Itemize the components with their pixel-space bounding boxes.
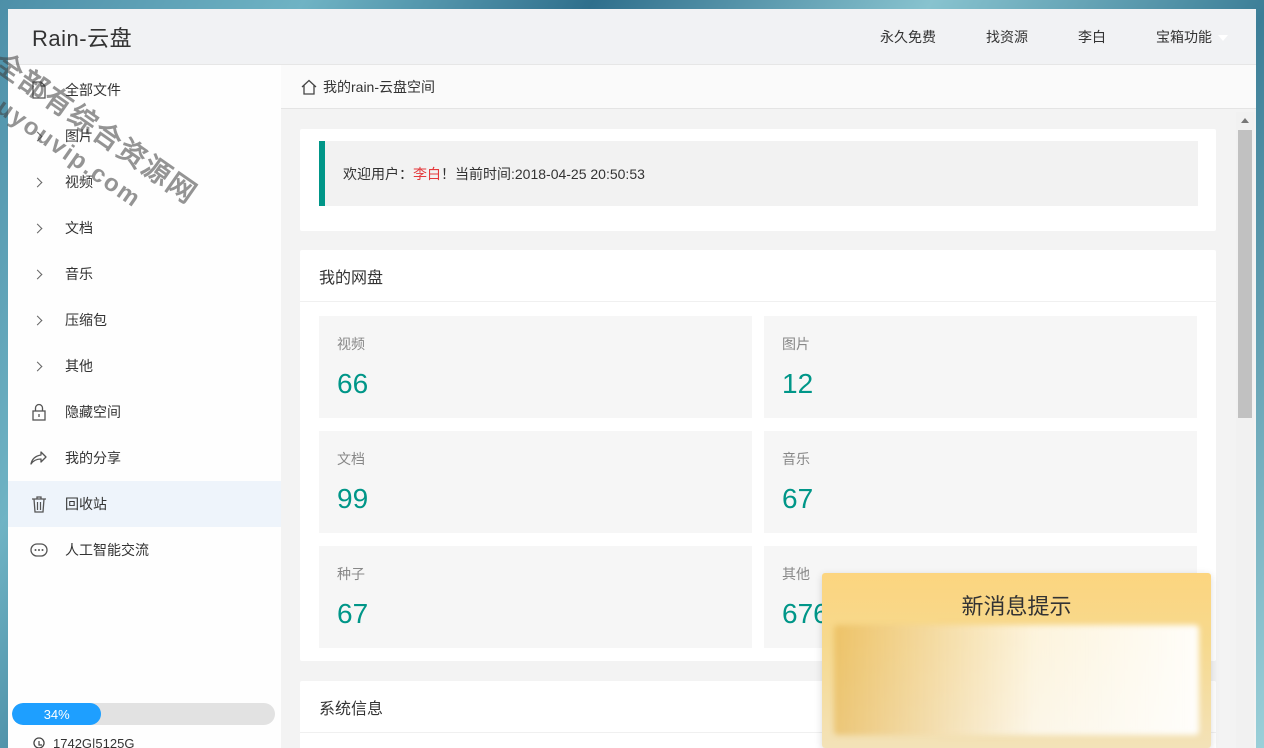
chevron-right-icon: [30, 311, 48, 329]
sidebar-item-other[interactable]: 其他: [8, 343, 281, 389]
storage-text: 1742G|5125G: [53, 736, 135, 748]
sidebar-item-label: 视频: [65, 174, 93, 190]
nav-treasure-box[interactable]: 宝箱功能: [1156, 27, 1228, 47]
stat-value: 67: [782, 483, 814, 514]
chevron-right-icon: [30, 219, 48, 237]
app-logo[interactable]: Rain-云盘: [32, 21, 132, 53]
stat-images[interactable]: 图片 12: [764, 316, 1197, 418]
stat-music[interactable]: 音乐 67: [764, 431, 1197, 533]
breadcrumb-label[interactable]: 我的rain-云盘空间: [323, 77, 435, 97]
sidebar-item-label: 人工智能交流: [65, 542, 149, 558]
chat-icon: [30, 541, 48, 559]
stat-value: 67: [337, 598, 369, 629]
chevron-right-icon: [30, 173, 48, 191]
lock-icon: [30, 403, 48, 421]
stat-label: 种子: [337, 566, 365, 582]
sidebar-item-images[interactable]: 图片: [8, 113, 281, 159]
stat-videos[interactable]: 视频 66: [319, 316, 752, 418]
nav-treasure-label: 宝箱功能: [1156, 29, 1212, 45]
top-nav: 永久免费 找资源 李白 宝箱功能: [830, 9, 1228, 65]
my-disk-title: 我的网盘: [300, 250, 1216, 302]
stat-documents[interactable]: 文档 99: [319, 431, 752, 533]
stat-label: 视频: [337, 336, 365, 352]
sidebar-item-label: 回收站: [65, 496, 107, 512]
trash-icon: [30, 495, 48, 513]
popup-body-blurred: [834, 625, 1199, 735]
sidebar-item-label: 文档: [65, 220, 93, 236]
cloud-icon: [33, 736, 45, 748]
sidebar-item-archives[interactable]: 压缩包: [8, 297, 281, 343]
new-message-popup[interactable]: 新消息提示: [822, 573, 1211, 748]
chevron-right-icon: [30, 127, 48, 145]
scrollbar-thumb[interactable]: [1238, 130, 1252, 418]
sidebar-item-label: 压缩包: [65, 312, 107, 328]
stat-value: 66: [337, 368, 369, 399]
welcome-username: 李白: [413, 165, 441, 182]
sidebar-item-videos[interactable]: 视频: [8, 159, 281, 205]
nav-free[interactable]: 永久免费: [880, 27, 936, 47]
sidebar-item-label: 音乐: [65, 266, 93, 282]
sidebar-item-hidden-space[interactable]: 隐藏空间: [8, 389, 281, 435]
chevron-right-icon: [30, 265, 48, 283]
welcome-card: 欢迎用户： 李白 ！当前时间:2018-04-25 20:50:53: [300, 129, 1216, 231]
scroll-up-arrow-icon[interactable]: [1241, 118, 1249, 123]
sidebar-item-label: 图片: [65, 128, 93, 144]
sidebar-item-music[interactable]: 音乐: [8, 251, 281, 297]
stat-torrents[interactable]: 种子 67: [319, 546, 752, 648]
stat-label: 音乐: [782, 451, 810, 467]
caret-down-icon: [1218, 35, 1228, 42]
chevron-right-icon: [30, 357, 48, 375]
stat-label: 图片: [782, 336, 810, 352]
sidebar-item-label: 隐藏空间: [65, 404, 121, 420]
welcome-prefix: 欢迎用户：: [343, 165, 413, 182]
sidebar: 全部文件 图片 视频 文档 音乐 压缩包 其他 隐藏空间 我的分享 回收站 人工…: [8, 65, 281, 748]
stat-label: 文档: [337, 451, 365, 467]
stat-label: 其他: [782, 566, 810, 582]
nav-user[interactable]: 李白: [1078, 27, 1106, 47]
sidebar-item-label: 其他: [65, 358, 93, 374]
sidebar-item-my-shares[interactable]: 我的分享: [8, 435, 281, 481]
sidebar-item-label: 我的分享: [65, 450, 121, 466]
storage-progress-bar: 34%: [12, 703, 275, 725]
stat-value: 99: [337, 483, 369, 514]
sidebar-item-recycle-bin[interactable]: 回收站: [8, 481, 281, 527]
sidebar-item-label: 全部文件: [65, 82, 121, 98]
sidebar-item-ai-chat[interactable]: 人工智能交流: [8, 527, 281, 573]
sidebar-item-documents[interactable]: 文档: [8, 205, 281, 251]
breadcrumb: 我的rain-云盘空间: [281, 65, 1256, 109]
nav-find-resources[interactable]: 找资源: [986, 27, 1028, 47]
home-icon[interactable]: [301, 79, 317, 95]
storage-progress-fill: 34%: [12, 703, 102, 725]
stat-value: 12: [782, 368, 814, 399]
welcome-message: 欢迎用户： 李白 ！当前时间:2018-04-25 20:50:53: [319, 141, 1198, 206]
sidebar-item-all-files[interactable]: 全部文件: [8, 67, 281, 113]
share-icon: [30, 449, 48, 467]
storage-info: 1742G|5125G: [32, 736, 134, 748]
file-icon: [30, 81, 48, 99]
top-header: Rain-云盘 永久免费 找资源 李白 宝箱功能: [8, 9, 1256, 65]
welcome-time: ！当前时间:2018-04-25 20:50:53: [441, 165, 645, 182]
popup-title: 新消息提示: [961, 594, 1072, 619]
